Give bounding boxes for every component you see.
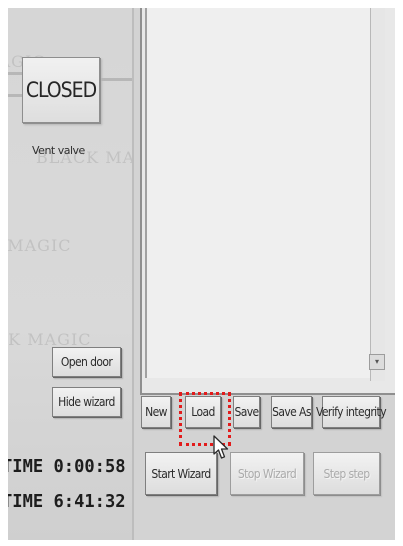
vent-valve-label: Vent valve xyxy=(32,144,85,157)
start-wizard-button[interactable]: Start Wizard xyxy=(145,452,217,495)
screen: BLACK MAGIC BLACK MAGIC BLACK MAGIC BLAC… xyxy=(0,0,403,546)
save-button[interactable]: Save xyxy=(233,396,260,428)
app-window: BLACK MAGIC BLACK MAGIC BLACK MAGIC BLAC… xyxy=(8,8,395,540)
stop-wizard-button[interactable]: Stop Wizard xyxy=(230,452,304,495)
scroll-down-arrow-icon[interactable]: ▾ xyxy=(369,354,385,370)
save-as-button[interactable]: Save As xyxy=(271,396,312,428)
watermark-text: BLACK MAGIC xyxy=(8,236,72,255)
pipe-line xyxy=(8,72,22,75)
wizard-list[interactable] xyxy=(145,8,382,378)
pipe-line xyxy=(8,94,22,97)
pipe-line xyxy=(98,78,132,81)
mouse-pointer-icon xyxy=(213,435,229,459)
scrollbar[interactable] xyxy=(370,8,385,381)
elapsed-timer: TIME 0:00:58 xyxy=(8,456,126,477)
step-button[interactable]: Step step xyxy=(313,452,380,495)
total-timer: TIME 6:41:32 xyxy=(8,491,126,512)
load-button[interactable]: Load xyxy=(185,396,221,428)
open-door-button[interactable]: Open door xyxy=(52,347,121,377)
vent-valve-button[interactable]: CLOSED xyxy=(22,57,100,123)
verify-integrity-button[interactable]: Verify integrity xyxy=(316,396,387,428)
hide-wizard-button[interactable]: Hide wizard xyxy=(52,387,121,417)
new-button[interactable]: New xyxy=(141,396,171,428)
